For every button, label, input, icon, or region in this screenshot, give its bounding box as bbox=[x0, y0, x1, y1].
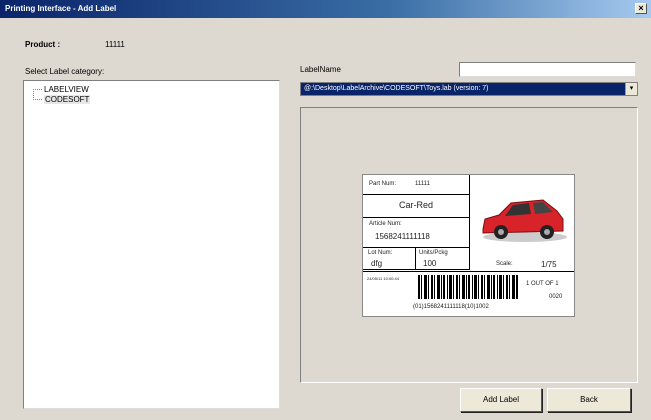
title-bar: Printing Interface - Add Label × bbox=[0, 0, 651, 18]
part-num-cell: Part Num: 11111 bbox=[363, 175, 470, 195]
label-count: 1 OUT OF 1 bbox=[526, 281, 559, 287]
category-tree[interactable]: LABELVIEW CODESOFT bbox=[23, 80, 280, 409]
tree-item-label: CODESOFT bbox=[44, 95, 91, 104]
back-button-label: Back bbox=[580, 395, 598, 404]
part-num-value: 11111 bbox=[415, 181, 430, 187]
tree-connector bbox=[33, 89, 42, 90]
add-label-button-label: Add Label bbox=[482, 395, 520, 404]
lot-num-label: Lot Num: bbox=[368, 250, 393, 256]
product-name: Car-Red bbox=[398, 200, 433, 210]
scale-value: 1/75 bbox=[541, 260, 557, 269]
units-value: 100 bbox=[423, 259, 437, 268]
units-cell: Units/Pckg 100 bbox=[415, 247, 470, 270]
units-label: Units/Pckg bbox=[419, 250, 448, 256]
close-icon: × bbox=[638, 3, 644, 13]
add-label-button[interactable]: Add Label bbox=[460, 388, 542, 412]
car-image bbox=[473, 185, 573, 247]
label-path-value: @:\Desktop\LabelArchive\CODESOFT\Toys.la… bbox=[304, 85, 489, 92]
product-name-cell: Car-Red bbox=[363, 194, 470, 218]
lot-num-value: dfg bbox=[371, 259, 383, 268]
back-button[interactable]: Back bbox=[547, 388, 631, 412]
tree-connector bbox=[33, 99, 42, 100]
barcode bbox=[418, 275, 518, 299]
label-name-input[interactable] bbox=[459, 62, 636, 77]
article-num-value: 1568241111118 bbox=[375, 232, 430, 241]
product-label: Product : bbox=[25, 40, 61, 49]
tree-item-label: LABELVIEW bbox=[44, 85, 89, 94]
tree-item-labelview[interactable]: LABELVIEW bbox=[44, 85, 89, 95]
label-serial: 0020 bbox=[549, 294, 563, 300]
barcode-text: (01)1568241111118(10)1002 bbox=[413, 304, 489, 310]
article-num-cell: Article Num: 1568241111118 bbox=[363, 217, 470, 248]
window-title: Printing Interface - Add Label bbox=[5, 4, 117, 13]
product-value: 11111 bbox=[105, 40, 125, 49]
scale-label: Scale: bbox=[496, 261, 513, 267]
timestamp: 24/05/11 10:00:44 bbox=[367, 276, 399, 281]
label-preview: Part Num: 11111 Car-Red Article Num: 156… bbox=[362, 174, 575, 317]
label-path-select[interactable]: @:\Desktop\LabelArchive\CODESOFT\Toys.la… bbox=[300, 82, 638, 96]
divider bbox=[363, 271, 574, 272]
chevron-down-icon[interactable]: ▾ bbox=[625, 83, 637, 95]
category-label: Select Label category: bbox=[25, 67, 105, 76]
article-num-label: Article Num: bbox=[369, 221, 402, 227]
close-button[interactable]: × bbox=[635, 3, 647, 14]
label-name-label: LabelName bbox=[300, 65, 341, 74]
lot-num-cell: Lot Num: dfg bbox=[363, 247, 416, 270]
part-num-label: Part Num: bbox=[369, 181, 397, 187]
tree-item-codesoft[interactable]: CODESOFT bbox=[44, 95, 91, 105]
